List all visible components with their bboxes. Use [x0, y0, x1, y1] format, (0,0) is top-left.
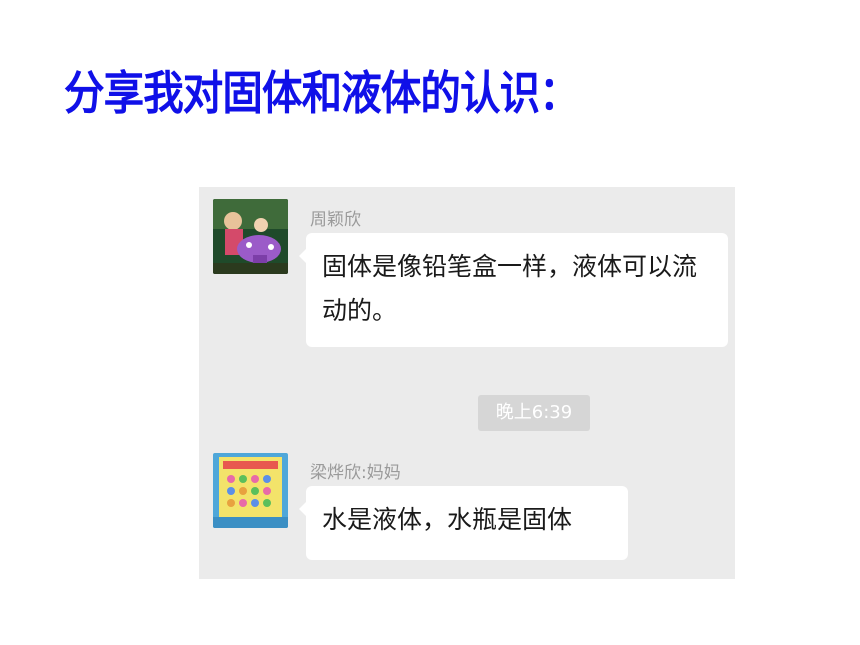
slide-title: 分享我对固体和液体的认识：: [64, 66, 580, 120]
message-bubble[interactable]: 水是液体，水瓶是固体: [299, 486, 628, 560]
sender-name: 周颖欣: [310, 210, 361, 230]
avatar-zhou[interactable]: [213, 199, 288, 274]
avatar-liang[interactable]: [213, 453, 288, 528]
chat-panel: 周颖欣 固体是像铅笔盒一样，液体可以流动的。 晚上6:39 梁烨欣:妈妈 水是液…: [199, 187, 735, 579]
timestamp-chip: 晚上6:39: [478, 395, 590, 431]
sender-name: 梁烨欣:妈妈: [310, 463, 401, 483]
poster-photo-avatar-icon: [213, 453, 288, 528]
child-photo-avatar-icon: [213, 199, 288, 274]
message-bubble[interactable]: 固体是像铅笔盒一样，液体可以流动的。: [299, 233, 728, 347]
